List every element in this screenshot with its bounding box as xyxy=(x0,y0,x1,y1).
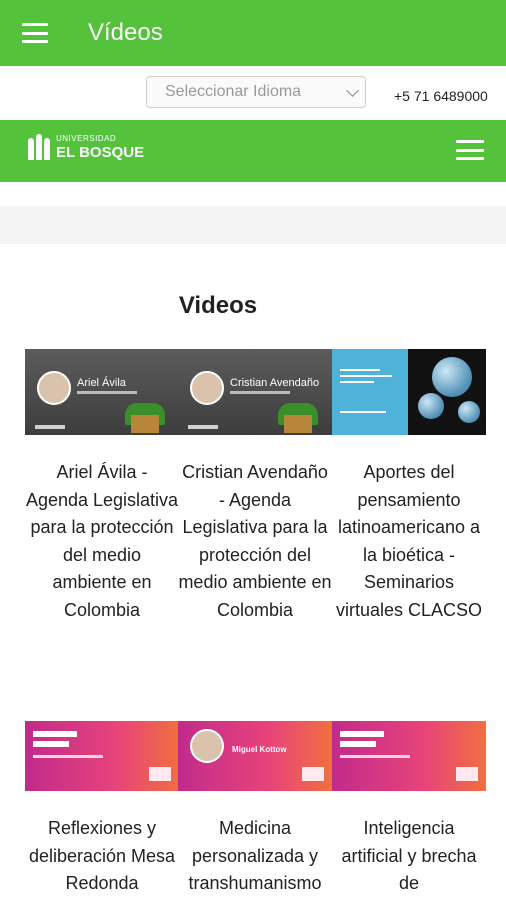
video-thumbnail[interactable] xyxy=(332,349,486,435)
video-card[interactable]: Aportes del pensamiento latinoamericano … xyxy=(332,349,486,624)
speaker-avatar xyxy=(190,371,224,405)
video-thumbnail[interactable] xyxy=(25,705,179,791)
video-title[interactable]: Inteligencia artificial y brecha de xyxy=(332,815,486,898)
video-thumbnail[interactable] xyxy=(332,705,486,791)
video-thumbnail[interactable]: Miguel Kottow xyxy=(178,705,332,791)
language-select[interactable]: Seleccionar Idioma xyxy=(146,76,366,108)
logo-mark-icon xyxy=(28,134,50,160)
language-select-placeholder: Seleccionar Idioma xyxy=(165,83,302,100)
video-card[interactable]: Inteligencia artificial y brecha de xyxy=(332,705,486,898)
thumbnail-speaker-name: Miguel Kottow xyxy=(232,745,287,754)
video-title[interactable]: Aportes del pensamiento latinoamericano … xyxy=(332,459,486,624)
speaker-avatar xyxy=(37,371,71,405)
video-card[interactable]: Reflexiones y deliberación Mesa Redonda xyxy=(25,705,179,898)
thumbnail-speaker-name: Cristian Avendaño xyxy=(230,377,320,389)
video-title[interactable]: Cristian Avendaño - Agenda Legislativa p… xyxy=(178,459,332,624)
video-thumbnail[interactable]: Cristian Avendaño xyxy=(178,349,332,435)
thumbnail-speaker-name: Ariel Ávila xyxy=(77,377,126,389)
hamburger-menu-icon[interactable] xyxy=(22,23,48,43)
logo-small-text: UNIVERSIDAD xyxy=(56,133,117,143)
video-thumbnail[interactable]: Ariel Ávila xyxy=(25,349,179,435)
site-header: UNIVERSIDAD EL BOSQUE xyxy=(0,120,506,182)
hamburger-menu-icon[interactable] xyxy=(456,140,484,160)
video-title[interactable]: Reflexiones y deliberación Mesa Redonda xyxy=(25,815,179,898)
video-card[interactable]: Miguel Kottow Medicina personalizada y t… xyxy=(178,705,332,898)
speaker-avatar xyxy=(190,729,224,763)
app-title: Vídeos xyxy=(88,19,163,46)
app-bar: Vídeos xyxy=(0,0,506,66)
video-title[interactable]: Ariel Ávila - Agenda Legislativa para la… xyxy=(25,459,179,624)
section-title: Videos xyxy=(178,292,258,319)
phone-number[interactable]: +5 71 6489000 xyxy=(394,88,488,104)
video-card[interactable]: Ariel Ávila Ariel Ávila - Agenda Legisla… xyxy=(25,349,179,624)
video-title[interactable]: Medicina personalizada y transhumanismo xyxy=(178,815,332,898)
logo-name: EL BOSQUE xyxy=(56,143,145,161)
top-bar: Seleccionar Idioma +5 71 6489000 xyxy=(0,66,506,120)
university-logo[interactable]: UNIVERSIDAD EL BOSQUE xyxy=(28,134,144,160)
video-card[interactable]: Cristian Avendaño Cristian Avendaño - Ag… xyxy=(178,349,332,624)
breadcrumb-strip xyxy=(0,206,506,244)
chevron-down-icon xyxy=(346,84,359,97)
